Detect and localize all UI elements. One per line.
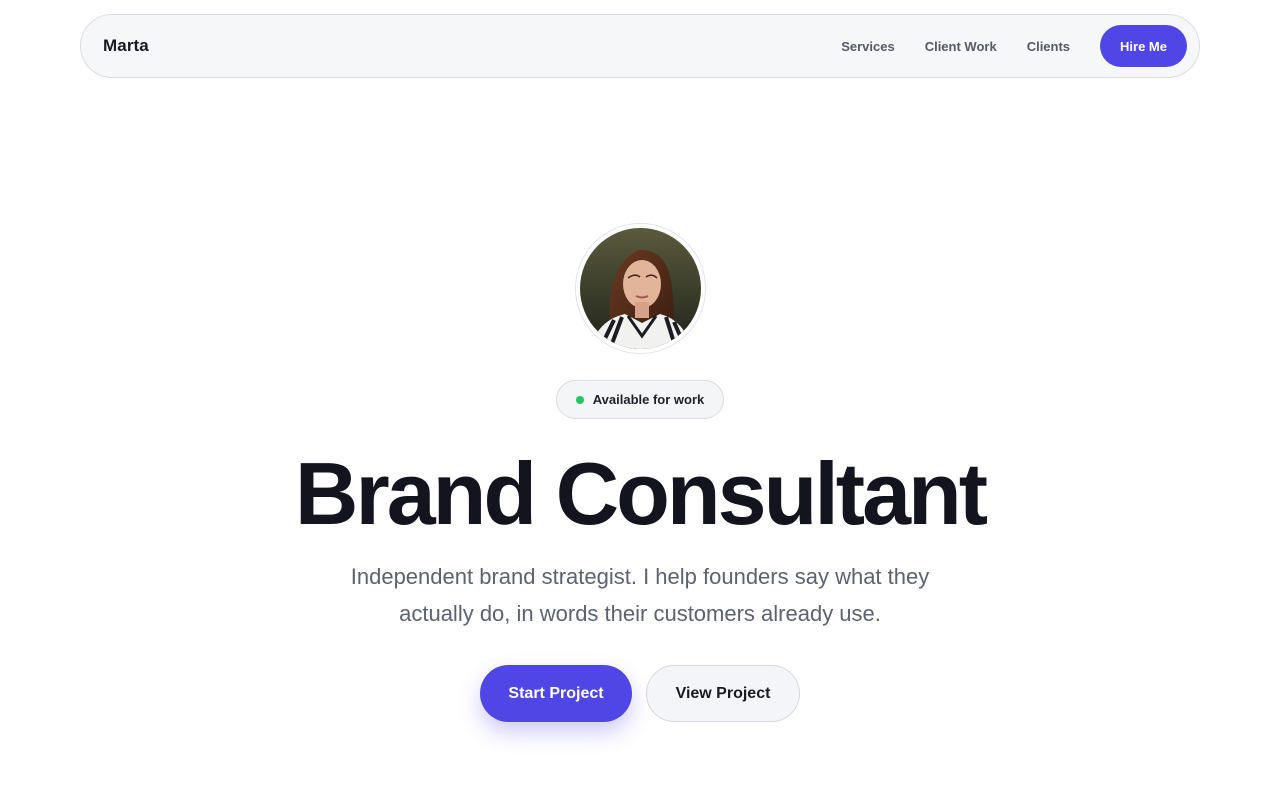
nav-link-services[interactable]: Services [841, 39, 895, 54]
hire-me-button[interactable]: Hire Me [1100, 25, 1187, 67]
nav-links: Services Client Work Clients Hire Me [841, 25, 1187, 67]
nav-link-client-work[interactable]: Client Work [925, 39, 997, 54]
hero-title: Brand Consultant [294, 444, 988, 543]
status-badge: Available for work [556, 380, 724, 419]
avatar-frame [575, 223, 706, 354]
status-badge-label: Available for work [592, 392, 705, 407]
hero-subtitle: Independent brand strategist. I help fou… [350, 564, 930, 626]
nav-link-clients[interactable]: Clients [1027, 39, 1070, 54]
status-dot-icon [575, 395, 584, 404]
start-project-button[interactable]: Start Project [480, 665, 632, 722]
avatar [580, 228, 701, 349]
view-project-button[interactable]: View Project [646, 665, 800, 722]
brand-name[interactable]: Marta [103, 36, 149, 56]
top-navbar: Marta Services Client Work Clients Hire … [80, 14, 1200, 78]
